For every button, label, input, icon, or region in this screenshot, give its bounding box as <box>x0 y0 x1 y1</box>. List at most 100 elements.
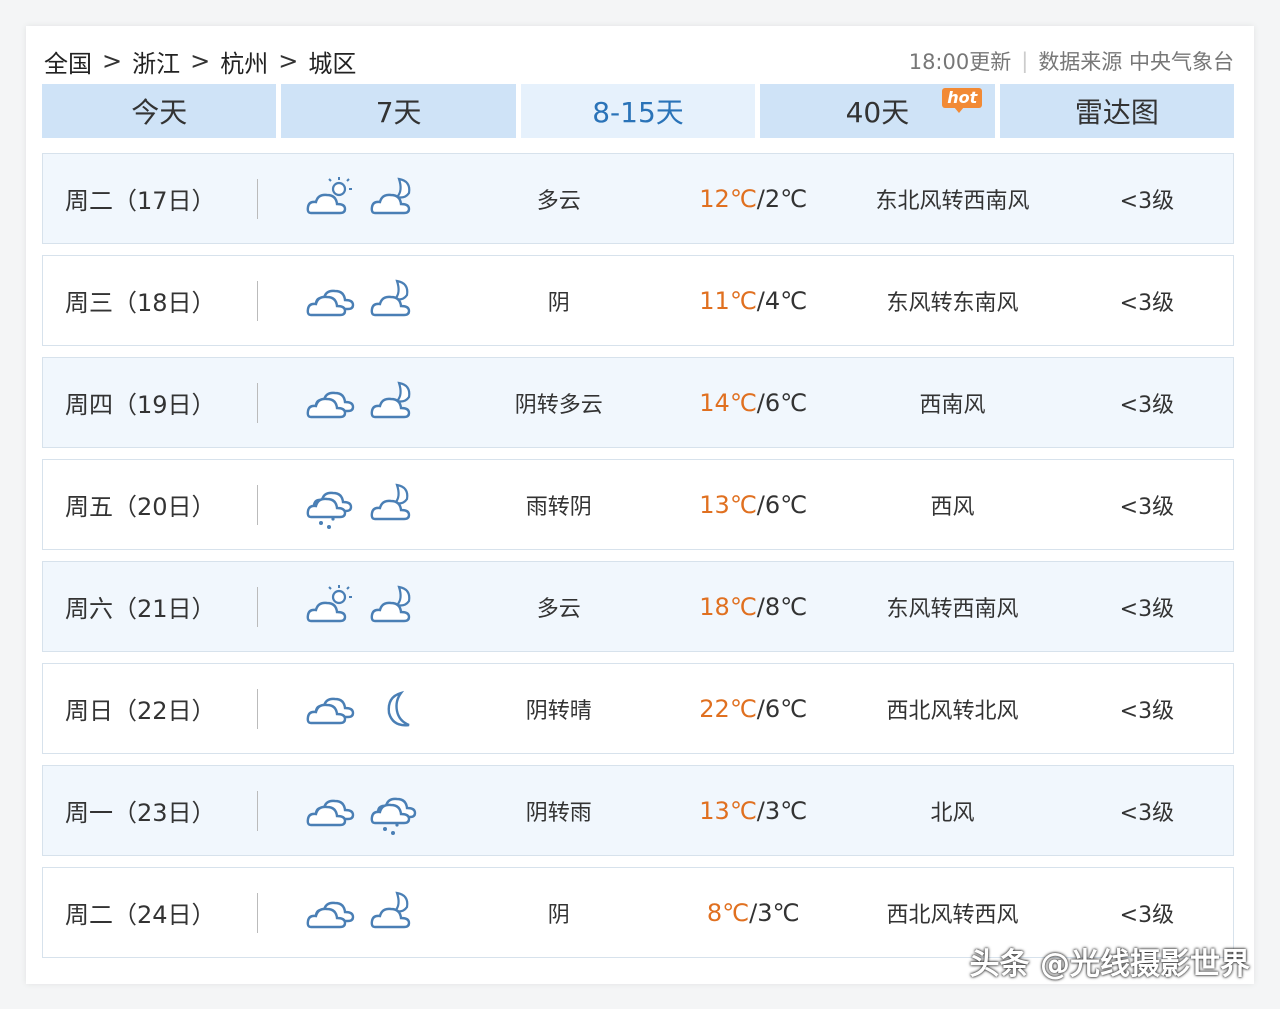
temp-separator: / <box>756 490 765 519</box>
tab-today[interactable]: 今天 <box>42 84 277 138</box>
partly-cloudy-night-icon <box>370 177 411 214</box>
forecast-day: 周日（22日） <box>65 697 216 725</box>
temperature-range: 12℃/2℃ <box>662 185 844 213</box>
temp-separator: / <box>756 796 765 825</box>
wind-direction: 西北风转北风 <box>886 698 1019 724</box>
breadcrumb-national[interactable]: 全国 <box>44 44 92 79</box>
forecast-row: 周四（19日） 阴转多云 14℃/6℃ 西南风 <3级 <box>42 357 1234 448</box>
forecast-row: 周五（20日） 雨转阴 13℃/6℃ 西风 <3级 <box>42 459 1234 550</box>
temp-low: 2℃ <box>764 184 808 213</box>
partly-cloudy-day-icon <box>306 584 352 622</box>
rain-icon <box>370 797 417 835</box>
tab-label: 7天 <box>375 96 422 129</box>
temperature-range: 11℃/4℃ <box>662 287 844 315</box>
temperature-range: 8℃/3℃ <box>662 899 844 927</box>
wind-direction: 东风转东南风 <box>886 290 1019 316</box>
breadcrumb: 全国 > 浙江 > 杭州 > 城区 <box>44 44 356 79</box>
wind-direction: 北风 <box>930 800 975 826</box>
overcast-icon <box>306 697 355 724</box>
temp-low: 4℃ <box>764 286 808 315</box>
forecast-day: 周六（21日） <box>65 595 216 623</box>
tab-40-days[interactable]: 40天 hot <box>760 84 995 138</box>
weather-icons <box>258 379 456 427</box>
tab-8-15-days[interactable]: 8-15天 <box>520 84 756 138</box>
weather-icons <box>258 787 456 835</box>
forecast-list: 周二（17日） 多云 12℃/2℃ 东北风转西南风 <3级 周三（18日）阴 11℃/4℃ 东… <box>42 153 1234 969</box>
overcast-icon <box>306 391 355 418</box>
temperature-range: 14℃/6℃ <box>662 389 844 417</box>
update-meta: 18:00更新 | 数据来源 中央气象台 <box>909 46 1234 76</box>
temperature-range: 22℃/6℃ <box>662 695 844 723</box>
partly-cloudy-day-icon <box>306 176 352 214</box>
temp-low: 3℃ <box>764 796 808 825</box>
forecast-row: 周一（23日） 阴转雨 13℃/3℃ 北风 <3级 <box>42 765 1234 856</box>
weather-icons <box>258 583 456 631</box>
rain-icon <box>306 491 353 529</box>
breadcrumb-city[interactable]: 杭州 <box>220 44 268 79</box>
wind-direction: 西风 <box>930 494 975 520</box>
temp-separator: / <box>756 286 765 315</box>
temp-low: 6℃ <box>764 694 808 723</box>
range-tabs: 今天 7天 8-15天 40天 hot 雷达图 <box>42 84 1235 138</box>
temp-high: 22℃ <box>699 694 757 723</box>
breadcrumb-district[interactable]: 城区 <box>308 44 356 79</box>
tab-label: 8-15天 <box>592 96 684 129</box>
meta-divider: | <box>1021 49 1029 73</box>
temp-high: 13℃ <box>699 796 757 825</box>
wind-level: <3级 <box>1119 698 1175 724</box>
forecast-day: 周五（20日） <box>65 493 216 521</box>
weather-condition: 阴转晴 <box>525 698 592 724</box>
forecast-row: 周六（21日） 多云 18℃/8℃ 东风转西南风 <3级 <box>42 561 1234 652</box>
partly-cloudy-night-icon <box>370 585 411 622</box>
clear-night-icon <box>387 690 410 726</box>
breadcrumb-separator: > <box>278 47 299 75</box>
forecast-row: 周日（22日） 阴转晴 22℃/6℃ 西北风转北风 <3级 <box>42 663 1234 754</box>
wind-direction: 东北风转西南风 <box>875 188 1030 214</box>
temp-low: 6℃ <box>764 388 808 417</box>
temp-separator: / <box>756 592 765 621</box>
temperature-range: 13℃/6℃ <box>662 491 844 519</box>
temp-low: 6℃ <box>764 490 808 519</box>
weather-icons <box>258 175 456 223</box>
weather-icons <box>258 481 456 529</box>
wind-level: <3级 <box>1119 902 1175 928</box>
temp-low: 8℃ <box>764 592 808 621</box>
temp-high: 13℃ <box>699 490 757 519</box>
top-bar: 全国 > 浙江 > 杭州 > 城区 18:00更新 | 数据来源 中央气象台 <box>44 44 1234 78</box>
overcast-icon <box>306 901 355 928</box>
forecast-day: 周四（19日） <box>65 391 216 419</box>
temp-high: 18℃ <box>699 592 757 621</box>
tab-radar[interactable]: 雷达图 <box>999 84 1235 138</box>
breadcrumb-province[interactable]: 浙江 <box>132 44 180 79</box>
overcast-icon <box>306 799 355 826</box>
tab-label: 雷达图 <box>1074 96 1159 129</box>
data-source: 数据来源 中央气象台 <box>1038 50 1234 74</box>
overcast-night-icon <box>370 279 411 316</box>
update-time: 18:00更新 <box>908 50 1012 74</box>
tab-7-days[interactable]: 7天 <box>281 84 516 138</box>
overcast-night-icon <box>370 483 411 520</box>
temp-separator: / <box>756 388 765 417</box>
weather-condition: 阴 <box>547 290 570 316</box>
forecast-day: 周二（24日） <box>65 901 216 929</box>
temp-high: 14℃ <box>699 388 757 417</box>
temp-separator: / <box>756 184 765 213</box>
wind-direction: 西北风转西风 <box>886 902 1019 928</box>
weather-condition: 阴 <box>547 902 570 928</box>
overcast-icon <box>306 289 355 316</box>
wind-level: <3级 <box>1119 392 1175 418</box>
weather-condition: 多云 <box>536 188 581 214</box>
weather-condition: 雨转阴 <box>525 494 592 520</box>
partly-cloudy-night-icon <box>370 381 411 418</box>
tab-label: 40天 <box>845 96 910 129</box>
overcast-night-icon <box>370 891 411 928</box>
wind-direction: 西南风 <box>919 392 986 418</box>
weather-condition: 多云 <box>536 596 581 622</box>
forecast-row: 周三（18日） 阴 11℃/4℃ 东风转东南风 <3级 <box>42 255 1234 346</box>
watermark: 头条 @光线摄影世界 <box>969 947 1250 982</box>
weather-condition: 阴转多云 <box>514 392 603 418</box>
temp-high: 11℃ <box>699 286 757 315</box>
wind-level: <3级 <box>1119 596 1175 622</box>
temperature-range: 13℃/3℃ <box>662 797 844 825</box>
forecast-day: 周一（23日） <box>65 799 216 827</box>
